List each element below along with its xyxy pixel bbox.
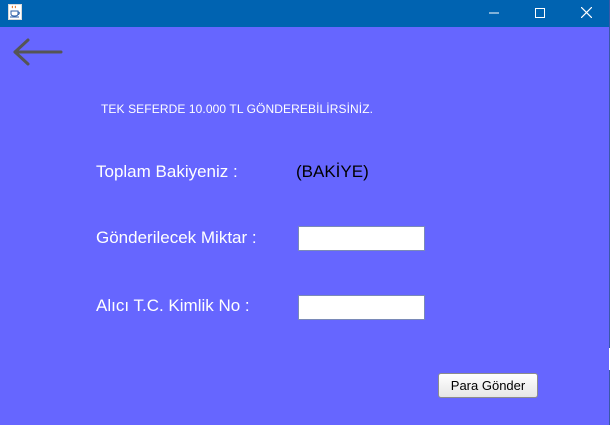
minimize-button[interactable] — [471, 0, 517, 27]
transfer-limit-notice: TEK SEFERDE 10.000 TL GÖNDEREBİLİRSİNİZ. — [101, 102, 374, 116]
close-button[interactable] — [563, 0, 609, 27]
send-money-button[interactable]: Para Gönder — [438, 373, 538, 398]
transfer-window: TEK SEFERDE 10.000 TL GÖNDEREBİLİRSİNİZ.… — [0, 0, 610, 425]
balance-label: Toplam Bakiyeniz : — [96, 162, 238, 181]
close-icon — [580, 5, 592, 23]
back-arrow-icon — [12, 38, 64, 71]
balance-value: (BAKİYE) — [296, 162, 369, 181]
java-cup-icon — [8, 4, 22, 20]
maximize-icon — [535, 5, 545, 23]
amount-input[interactable] — [298, 226, 425, 251]
back-button[interactable] — [12, 37, 64, 67]
amount-label: Gönderilecek Miktar : — [96, 228, 257, 247]
maximize-button[interactable] — [517, 0, 563, 27]
recipient-tc-input[interactable] — [298, 295, 425, 320]
minimize-icon — [489, 5, 499, 23]
recipient-tc-label: Alıcı T.C. Kimlik No : — [96, 296, 250, 315]
title-bar[interactable] — [0, 0, 609, 27]
